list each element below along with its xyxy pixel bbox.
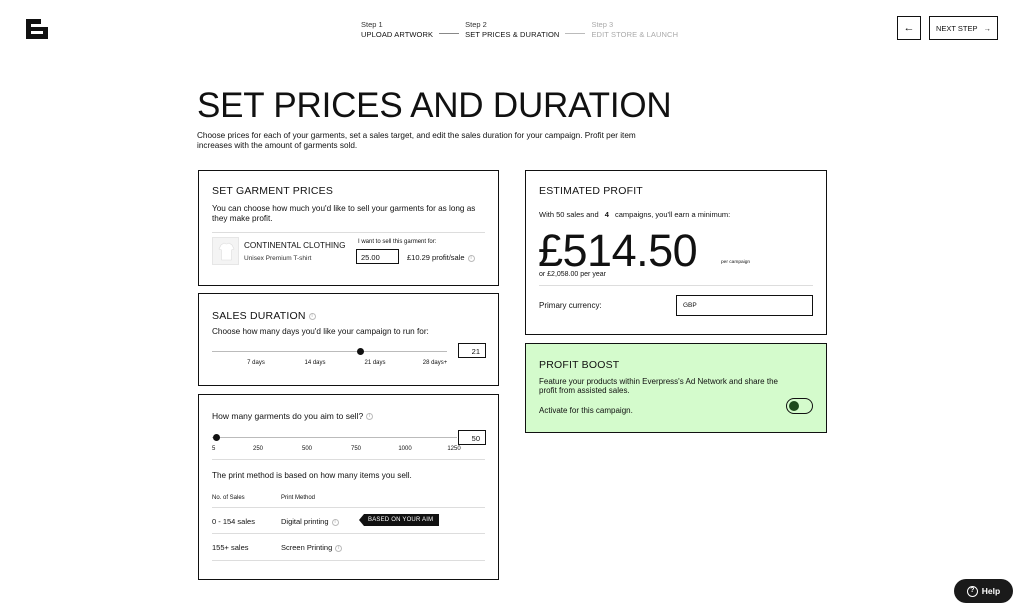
divider bbox=[212, 507, 485, 508]
profit-per-sale: £10.29 profit/sale i bbox=[407, 253, 475, 262]
earn-prefix: With 50 sales and bbox=[539, 210, 599, 219]
step-connector bbox=[565, 33, 586, 34]
garments-value-input[interactable]: 50 bbox=[458, 430, 486, 445]
card-description: You can choose how much you'd like to se… bbox=[212, 204, 476, 223]
duration-tick: 28 days+ bbox=[422, 360, 448, 366]
arrow-left-icon: ← bbox=[903, 22, 915, 34]
boost-description: Feature your products within Everpress's… bbox=[539, 377, 778, 395]
next-step-label: NEXT STEP bbox=[935, 23, 978, 33]
duration-tick: 7 days bbox=[247, 360, 265, 366]
card-title: PROFIT BOOST bbox=[539, 359, 620, 371]
garments-slider-thumb[interactable] bbox=[213, 434, 221, 441]
page-description: Choose prices for each of your garments,… bbox=[197, 131, 636, 150]
step-2-number: Step 2 bbox=[465, 20, 487, 29]
col-header-sales: No. of Sales bbox=[212, 495, 245, 501]
duration-tick: 21 days bbox=[364, 360, 386, 366]
sell-price-label: I want to sell this garment for: bbox=[358, 239, 437, 245]
card-title: SET GARMENT PRICES bbox=[212, 185, 334, 197]
info-icon[interactable]: i bbox=[335, 544, 343, 552]
page-title: SET PRICES AND DURATION bbox=[197, 86, 672, 125]
duration-value-input[interactable]: 21 bbox=[458, 343, 486, 358]
logo-icon[interactable] bbox=[26, 19, 48, 39]
step-3: Step 3 EDIT STORE & LAUNCH bbox=[591, 20, 678, 40]
question-icon: ? bbox=[966, 585, 978, 597]
step-2-label: SET PRICES & DURATION bbox=[465, 30, 560, 39]
print-method-note: The print method is based on how many it… bbox=[212, 471, 412, 480]
garments-question: How many garments do you aim to sell? i bbox=[212, 411, 374, 421]
help-button[interactable]: ? Help bbox=[954, 579, 1013, 603]
row-method-text: Digital printing bbox=[281, 517, 329, 526]
toggle-knob bbox=[789, 401, 799, 411]
currency-select[interactable]: GBP bbox=[676, 295, 813, 316]
duration-slider-track[interactable] bbox=[212, 351, 447, 352]
currency-label: Primary currency: bbox=[539, 301, 602, 310]
info-icon[interactable]: i bbox=[308, 312, 316, 320]
garments-tick: 500 bbox=[301, 446, 313, 452]
next-step-button[interactable]: NEXT STEP → bbox=[929, 16, 998, 40]
divider bbox=[212, 459, 485, 460]
divider bbox=[212, 232, 485, 233]
row-sales: 155+ sales bbox=[212, 543, 249, 552]
divider bbox=[539, 285, 813, 286]
col-header-method: Print Method bbox=[281, 495, 316, 501]
row-sales: 0 - 154 sales bbox=[212, 517, 255, 526]
step-2[interactable]: Step 2 SET PRICES & DURATION bbox=[465, 20, 559, 40]
sales-duration-card: SALES DURATION i Choose how many days you… bbox=[198, 293, 499, 386]
profit-boost-card: PROFIT BOOST Feature your products withi… bbox=[525, 343, 827, 433]
row-method-text: Screen Printing bbox=[281, 543, 333, 552]
help-label: Help bbox=[981, 586, 1001, 596]
divider bbox=[212, 560, 485, 561]
profit-amount: £514.50 bbox=[538, 225, 698, 276]
garments-tick: 250 bbox=[252, 446, 264, 452]
campaign-count: 4 bbox=[604, 210, 609, 219]
earn-suffix: campaigns, you'll earn a minimum: bbox=[614, 210, 731, 219]
info-icon[interactable]: i bbox=[331, 518, 339, 526]
card-title: ESTIMATED PROFIT bbox=[539, 185, 643, 197]
per-campaign-label: per campaign bbox=[721, 260, 751, 265]
estimated-profit-card: ESTIMATED PROFIT With 50 sales and 4 cam… bbox=[525, 170, 827, 335]
garments-slider-track[interactable] bbox=[212, 437, 457, 438]
garments-tick: 750 bbox=[350, 446, 362, 452]
card-description: Choose how many days you'd like your cam… bbox=[212, 327, 429, 336]
info-icon[interactable]: i bbox=[366, 413, 374, 421]
garments-tick: 1000 bbox=[398, 446, 412, 452]
step-1[interactable]: Step 1 UPLOAD ARTWORK bbox=[361, 20, 433, 40]
based-on-aim-badge: BASED ON YOUR AIM bbox=[359, 514, 440, 526]
step-connector bbox=[439, 33, 460, 34]
price-input[interactable]: 25.00 bbox=[356, 249, 399, 264]
duration-tick: 14 days bbox=[304, 360, 326, 366]
profit-per-sale-text: £10.29 profit/sale bbox=[407, 253, 465, 262]
garments-question-text: How many garments do you aim to sell? bbox=[212, 411, 364, 421]
card-title-text: SALES DURATION bbox=[212, 310, 306, 322]
profit-boost-toggle[interactable] bbox=[786, 398, 813, 414]
back-button[interactable]: ← bbox=[897, 16, 921, 40]
duration-slider-thumb[interactable] bbox=[356, 348, 364, 355]
step-1-number: Step 1 bbox=[361, 20, 383, 29]
step-3-label: EDIT STORE & LAUNCH bbox=[591, 30, 679, 39]
per-year-amount: or £2,058.00 per year bbox=[539, 271, 606, 278]
card-title: SALES DURATION i bbox=[212, 310, 316, 322]
earn-summary: With 50 sales and 4 campaigns, you'll ea… bbox=[539, 210, 730, 219]
garment-prices-card: SET GARMENT PRICES You can choose how mu… bbox=[198, 170, 499, 286]
garments-target-card: How many garments do you aim to sell? i 5… bbox=[198, 394, 499, 580]
stepper: Step 1 UPLOAD ARTWORK Step 2 SET PRICES … bbox=[361, 20, 678, 40]
row-method: Digital printing i bbox=[281, 517, 339, 526]
step-1-label: UPLOAD ARTWORK bbox=[361, 30, 434, 39]
step-3-number: Step 3 bbox=[591, 20, 614, 29]
arrow-right-icon: → bbox=[983, 23, 992, 33]
product-name: CONTINENTAL CLOTHING bbox=[244, 241, 346, 250]
activate-label: Activate for this campaign. bbox=[539, 406, 633, 415]
product-subtitle: Unisex Premium T-shirt bbox=[244, 255, 312, 262]
garments-tick: 1250 bbox=[447, 446, 461, 452]
tshirt-icon bbox=[218, 242, 235, 261]
tshirt-thumbnail bbox=[212, 237, 239, 265]
divider bbox=[212, 533, 485, 534]
garments-tick: 5 bbox=[212, 446, 216, 452]
info-icon[interactable]: i bbox=[467, 254, 475, 262]
row-method: Screen Printing i bbox=[281, 543, 343, 552]
